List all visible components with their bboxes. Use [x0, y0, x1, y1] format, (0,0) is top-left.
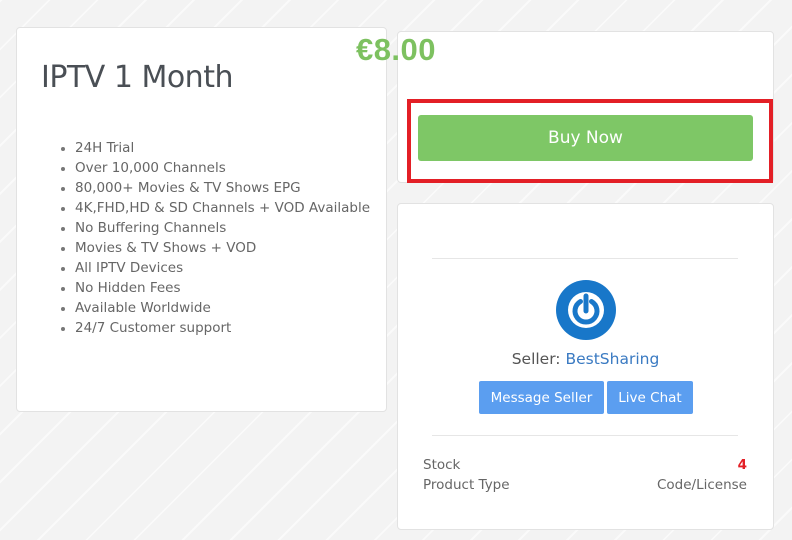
- feature-item: 24/7 Customer support: [75, 318, 370, 338]
- seller-avatar: [556, 280, 616, 340]
- seller-name-link[interactable]: BestSharing: [565, 350, 659, 368]
- divider: [432, 435, 738, 436]
- seller-line: Seller: BestSharing: [397, 350, 774, 368]
- feature-item: 24H Trial: [75, 138, 370, 158]
- feature-item: All IPTV Devices: [75, 258, 370, 278]
- feature-item: Movies & TV Shows + VOD: [75, 238, 370, 258]
- divider: [432, 258, 738, 259]
- feature-item: No Buffering Channels: [75, 218, 370, 238]
- stock-value: 4: [737, 457, 747, 473]
- live-chat-button[interactable]: Live Chat: [607, 381, 693, 414]
- message-seller-button[interactable]: Message Seller: [479, 381, 604, 414]
- product-type-value: Code/License: [656, 477, 747, 493]
- buy-now-button[interactable]: Buy Now: [418, 115, 753, 161]
- feature-list: 24H TrialOver 10,000 Channels80,000+ Mov…: [57, 138, 370, 338]
- feature-item: 4K,FHD,HD & SD Channels + VOD Available: [75, 198, 370, 218]
- feature-item: Available Worldwide: [75, 298, 370, 318]
- seller-prefix: Seller:: [511, 350, 566, 368]
- feature-item: Over 10,000 Channels: [75, 158, 370, 178]
- feature-item: 80,000+ Movies & TV Shows EPG: [75, 178, 370, 198]
- product-type-label: Product Type: [423, 477, 510, 493]
- stock-label: Stock: [423, 457, 461, 473]
- power-icon: [568, 292, 604, 328]
- price: €8.00: [355, 32, 437, 67]
- feature-item: No Hidden Fees: [75, 278, 370, 298]
